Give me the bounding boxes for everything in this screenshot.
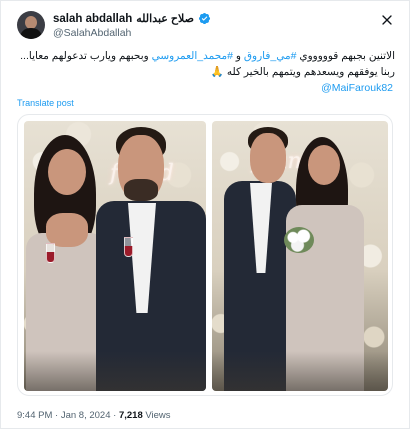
woman-face: [48, 149, 86, 195]
photo-right[interactable]: found f: [212, 121, 388, 391]
meta-separator: ·: [110, 410, 119, 421]
wine-glass-left: [46, 243, 55, 263]
mention-link[interactable]: @MaiFarouk82: [321, 82, 393, 94]
tweet-date[interactable]: Jan 8, 2024: [61, 410, 111, 421]
tweet-text: الاتنين بجبهم قوووووي #مي_فاروق و #محمد_…: [17, 48, 395, 80]
woman-face: [308, 145, 340, 185]
tweet-card: salah abdallah صلاح عبدالله @SalahAbdall…: [0, 0, 410, 429]
media-grid[interactable]: found found f: [17, 114, 393, 396]
man-beard: [124, 179, 158, 201]
avatar[interactable]: [17, 11, 45, 39]
tweet-text-start: الاتنين بجبهم قوووووي: [296, 50, 395, 62]
avatar-body: [20, 28, 42, 39]
tweet-time[interactable]: 9:44 PM: [17, 410, 52, 421]
floor-shadow: [212, 351, 388, 391]
woman-shoulders: [46, 213, 88, 247]
man-face: [250, 133, 286, 183]
views-label: Views: [142, 410, 171, 421]
tweet-text-mid: و: [232, 50, 244, 62]
close-icon[interactable]: [379, 12, 395, 28]
tweet-meta: 9:44 PM · Jan 8, 2024 · 7,218 Views: [17, 410, 171, 421]
bridal-bouquet: [284, 227, 314, 253]
author-name[interactable]: salah abdallah: [53, 13, 132, 25]
hashtag-mohamed-el-amrousy[interactable]: #محمد_العمروسي: [152, 50, 233, 62]
hashtag-mai-farouk[interactable]: #مي_فاروق: [244, 50, 297, 62]
verified-badge-icon: [198, 12, 210, 25]
meta-separator: ·: [52, 410, 61, 421]
author-handle[interactable]: @SalahAbdallah: [53, 27, 131, 39]
wine-glass-right: [124, 237, 133, 257]
author-name-row[interactable]: salah abdallah صلاح عبدالله: [53, 12, 211, 25]
views-count: 7,218: [118, 410, 143, 421]
author-name-arabic[interactable]: صلاح عبدالله: [136, 12, 194, 25]
photo-left[interactable]: found: [24, 121, 206, 391]
floor-shadow: [24, 351, 206, 391]
tweet-line-2: ربنا يوفقهم ويسعدهم ويتمهم بالخير كله 🙏: [210, 66, 395, 78]
translate-post-link[interactable]: Translate post: [17, 98, 74, 108]
tweet-text-end: وبحبهم ويارب تدعولهم معايا...: [20, 50, 152, 62]
tweet-line-1: الاتنين بجبهم قوووووي #مي_فاروق و #محمد_…: [17, 48, 395, 64]
